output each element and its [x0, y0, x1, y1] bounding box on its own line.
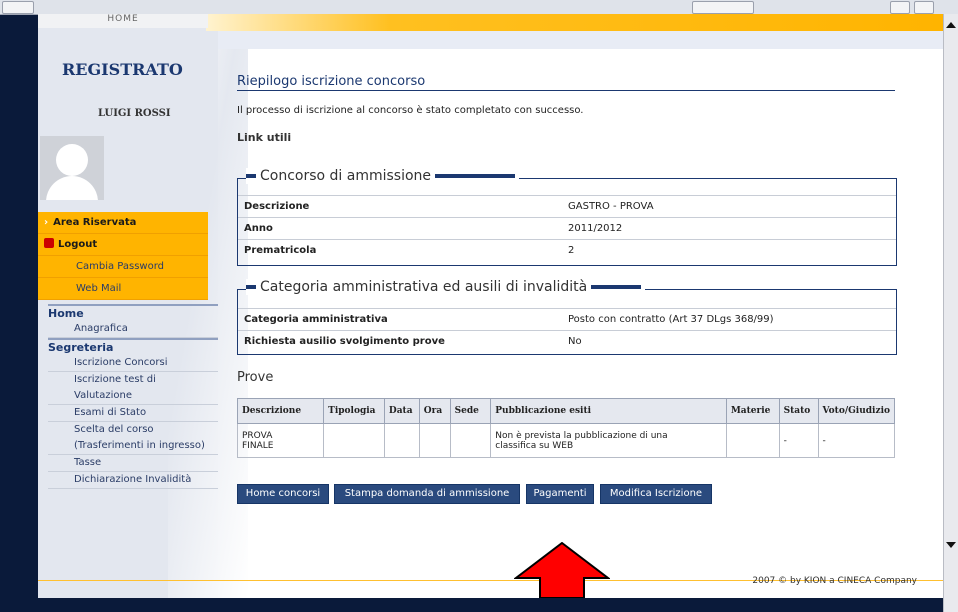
nav-tasse[interactable]: Tasse — [48, 455, 218, 472]
scroll-down-icon[interactable] — [946, 542, 956, 548]
cell-stato: - — [778, 423, 819, 458]
vertical-scrollbar[interactable] — [943, 14, 958, 612]
info-label: Richiesta ausilio svolgimento prove — [244, 336, 445, 347]
table-row: PROVA FINALE Non è prevista la pubblicazi… — [236, 423, 895, 458]
menu-web-mail[interactable]: Web Mail — [38, 278, 208, 300]
avatar-head-shape — [56, 144, 88, 176]
stampa-domanda-button[interactable]: Stampa domanda di ammissione — [334, 484, 520, 504]
info-value: Posto con contratto (Art 37 DLgs 368/99) — [568, 314, 774, 325]
concorso-fieldset: Concorso di ammissione Descrizione GASTRO… — [237, 168, 897, 266]
cell-voto: - — [817, 423, 895, 458]
info-value: GASTRO - PROVA — [568, 201, 654, 212]
modifica-iscrizione-button[interactable]: Modifica Iscrizione — [600, 484, 712, 504]
column-header: Materie — [725, 398, 780, 424]
cell-sede — [449, 423, 492, 458]
column-header: Sede — [449, 398, 492, 424]
info-row: Prematricola 2 — [238, 239, 896, 261]
sidebar-title: REGISTRATO — [62, 60, 183, 79]
pagamenti-button[interactable]: Pagamenti — [526, 484, 594, 504]
cell-text: classifica su WEB — [495, 440, 574, 451]
nav-segreteria[interactable]: Segreteria — [48, 338, 218, 355]
nav-home[interactable]: Home — [48, 304, 218, 321]
user-menu: › Area Riservata Logout Cambia Password W… — [38, 212, 208, 300]
column-header: Stato — [778, 398, 819, 424]
nav-esami-di-stato[interactable]: Esami di Stato — [48, 405, 218, 422]
scroll-up-icon[interactable] — [946, 22, 956, 28]
back-button[interactable] — [2, 1, 34, 14]
legend-text: Categoria amministrativa ed ausili di in… — [260, 279, 588, 295]
cell-pubblicazione: Non è prevista la pubblicazione di una cl… — [490, 423, 727, 458]
nav-dichiarazione-invalidita[interactable]: Dichiarazione Invalidità — [48, 472, 218, 489]
cell-tipologia — [323, 423, 385, 458]
info-row: Descrizione GASTRO - PROVA — [238, 195, 896, 217]
home-concorsi-button[interactable]: Home concorsi — [237, 484, 329, 504]
header-bar — [206, 14, 943, 31]
cell-ora — [418, 423, 451, 458]
concorso-legend: Concorso di ammissione — [246, 168, 520, 184]
lock-icon — [44, 238, 54, 248]
red-arrow-annotation-icon — [514, 542, 610, 598]
cell-text: Non è prevista la pubblicazione di una — [495, 430, 668, 441]
success-message: Il processo di iscrizione al concorso è … — [237, 105, 584, 116]
cell-materie — [725, 423, 780, 458]
legend-text: Concorso di ammissione — [260, 168, 432, 184]
info-row: Categoria amministrativa Posto con contra… — [238, 308, 896, 330]
categoria-legend: Categoria amministrativa ed ausili di in… — [246, 279, 646, 295]
toolbar-widget[interactable] — [914, 1, 934, 14]
sidebar-nav: Home Anagrafica Segreteria Iscrizione Co… — [48, 304, 218, 489]
toolbar-widget[interactable] — [890, 1, 910, 14]
cell-text: PROVA — [242, 430, 273, 441]
toolbar-widget[interactable] — [692, 1, 754, 14]
info-label: Anno — [244, 223, 273, 234]
column-header: Voto/Giudizio — [817, 398, 895, 424]
footer-text: 2007 © by KION a CINECA Company — [752, 576, 917, 586]
links-label: Link utili — [237, 131, 292, 144]
column-header: Pubblicazione esiti — [490, 398, 727, 424]
nav-scelta-del-corso[interactable]: Scelta del corso — [48, 422, 218, 438]
chevron-right-icon: › — [44, 217, 49, 228]
prove-table: Descrizione Tipologia Data Ora Sede Pubb… — [236, 398, 895, 458]
info-label: Prematricola — [244, 245, 317, 256]
avatar-body-shape — [46, 176, 98, 200]
menu-logout[interactable]: Logout — [38, 234, 208, 256]
column-header: Data — [383, 398, 420, 424]
column-header: Tipologia — [323, 398, 385, 424]
user-name: LUIGI ROSSI — [98, 108, 171, 119]
menu-label: Logout — [58, 239, 98, 250]
avatar — [40, 136, 104, 200]
info-value: No — [568, 336, 582, 347]
page-title: Riepilogo iscrizione concorso — [237, 74, 895, 91]
nav-iscrizione-concorsi[interactable]: Iscrizione Concorsi — [48, 355, 218, 372]
categoria-fieldset: Categoria amministrativa ed ausili di in… — [237, 279, 897, 355]
nav-iscrizione-test[interactable]: Iscrizione test di — [48, 372, 218, 388]
browser-toolbar — [0, 0, 958, 15]
nav-trasferimenti[interactable]: (Trasferimenti in ingresso) — [48, 438, 218, 455]
menu-label: Area Riservata — [53, 217, 137, 228]
info-row: Richiesta ausilio svolgimento prove No — [238, 330, 896, 352]
info-label: Descrizione — [244, 201, 310, 212]
cell-text: FINALE — [242, 440, 274, 451]
info-value: 2 — [568, 245, 575, 256]
prove-title: Prove — [237, 370, 274, 385]
menu-area-riservata[interactable]: › Area Riservata — [38, 212, 208, 234]
table-header-row: Descrizione Tipologia Data Ora Sede Pubb… — [236, 398, 895, 424]
info-label: Categoria amministrativa — [244, 314, 388, 325]
info-value: 2011/2012 — [568, 223, 623, 234]
home-tab[interactable]: HOME — [38, 14, 208, 28]
cell-descrizione: PROVA FINALE — [236, 423, 325, 458]
nav-anagrafica[interactable]: Anagrafica — [48, 321, 218, 338]
cell-data — [383, 423, 420, 458]
header-stripe — [218, 31, 943, 49]
info-row: Anno 2011/2012 — [238, 217, 896, 239]
page: HOME REGISTRATO LUIGI ROSSI › Area Riserv… — [38, 14, 943, 598]
column-header: Descrizione — [236, 398, 325, 424]
menu-cambia-password[interactable]: Cambia Password — [38, 256, 208, 278]
nav-valutazione[interactable]: Valutazione — [48, 388, 218, 405]
column-header: Ora — [418, 398, 451, 424]
